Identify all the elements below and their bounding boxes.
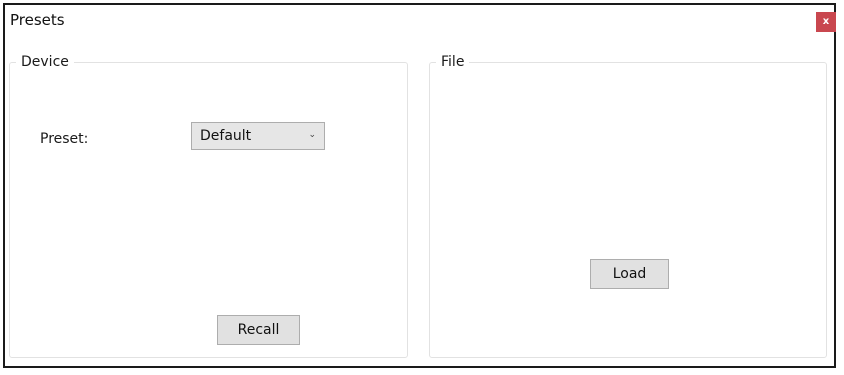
- preset-label: Preset:: [40, 131, 89, 147]
- file-group: File: [429, 52, 827, 358]
- recall-button[interactable]: Recall: [217, 315, 300, 345]
- chevron-down-icon: ⌄: [308, 130, 316, 140]
- window-title: Presets: [10, 11, 65, 29]
- preset-select-value: Default: [200, 128, 252, 144]
- file-group-legend: File: [436, 52, 470, 72]
- load-button[interactable]: Load: [590, 259, 669, 289]
- close-icon: x: [822, 16, 830, 27]
- device-group: Device: [9, 52, 408, 358]
- device-group-legend: Device: [16, 52, 74, 72]
- close-button[interactable]: x: [816, 12, 836, 32]
- preset-select[interactable]: Default ⌄: [191, 122, 325, 150]
